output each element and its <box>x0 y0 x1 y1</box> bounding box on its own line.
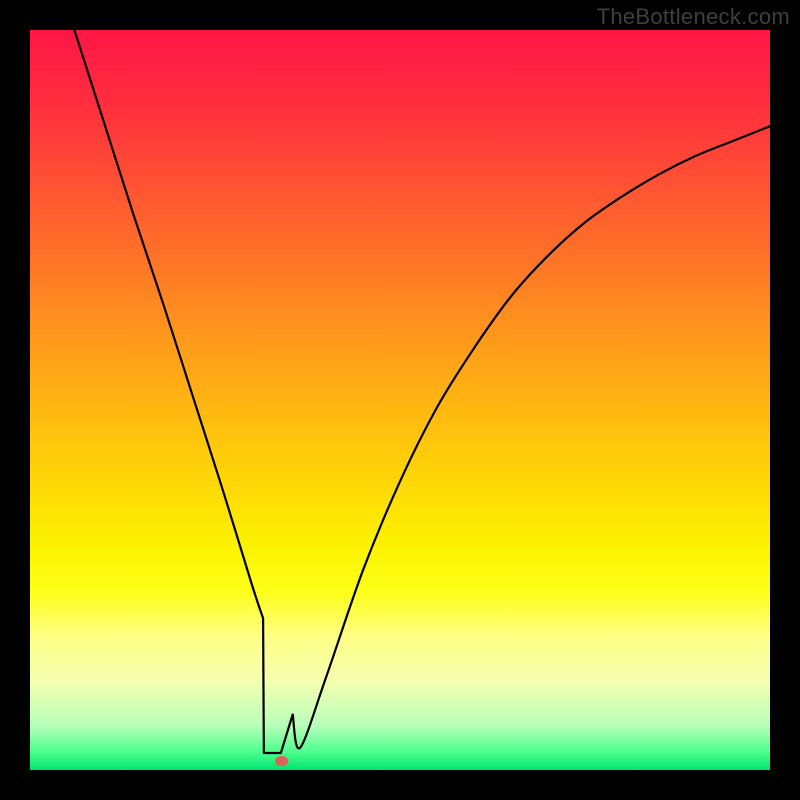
plot-area <box>30 30 770 770</box>
bottleneck-chart <box>0 0 800 800</box>
watermark-label: TheBottleneck.com <box>597 4 790 30</box>
curve-minimum-marker <box>275 756 288 766</box>
chart-root: TheBottleneck.com <box>0 0 800 800</box>
